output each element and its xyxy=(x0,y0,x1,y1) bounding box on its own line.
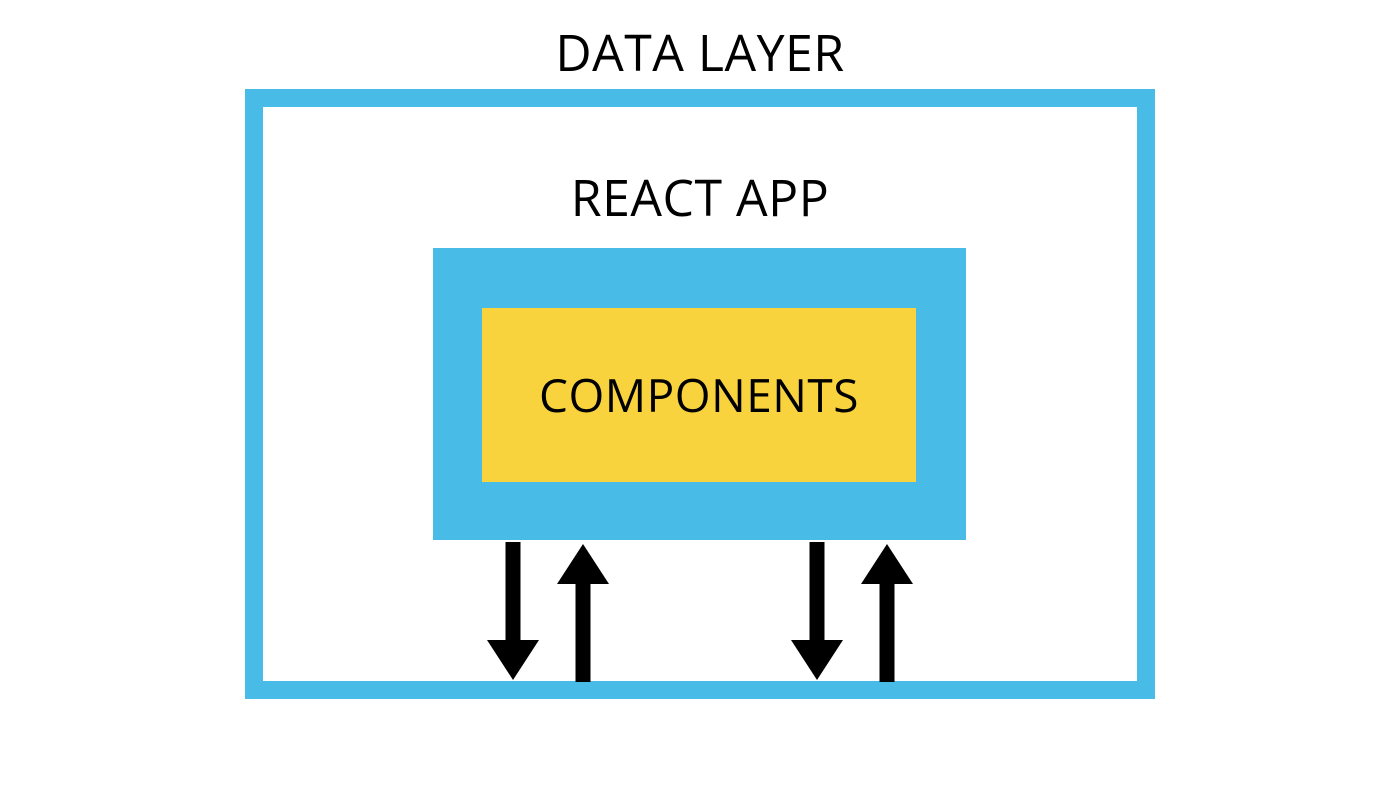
down-arrow-icon xyxy=(487,542,539,680)
components-label: COMPONENTS xyxy=(539,364,859,426)
data-layer-label: DATA LAYER xyxy=(0,18,1400,86)
data-layer-inner-area: REACT APP COMPONENTS xyxy=(263,107,1137,681)
bidirectional-arrows-left xyxy=(475,542,620,687)
react-app-container: COMPONENTS xyxy=(433,248,966,540)
components-container: COMPONENTS xyxy=(482,308,916,482)
down-arrow-icon xyxy=(791,542,843,680)
bidirectional-arrows-right xyxy=(779,542,924,687)
react-app-label: REACT APP xyxy=(263,163,1137,231)
data-layer-container: REACT APP COMPONENTS xyxy=(245,89,1155,699)
up-arrow-icon xyxy=(861,544,913,682)
up-arrow-icon xyxy=(557,544,609,682)
